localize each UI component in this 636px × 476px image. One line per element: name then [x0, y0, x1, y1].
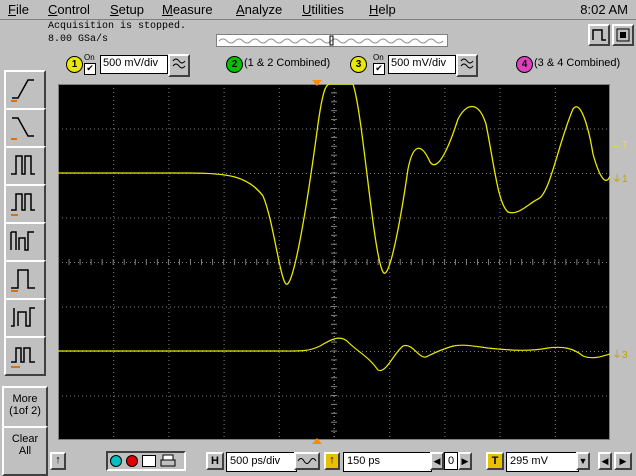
channel-2-badge[interactable]: 2	[226, 56, 243, 73]
trigger-level-marker[interactable]: ←T	[612, 140, 634, 151]
left-arrow-icon: ←	[612, 140, 622, 151]
timebase-adjust-button[interactable]	[294, 452, 320, 470]
ground-icon: ⏚	[612, 350, 622, 361]
transition-trigger-button[interactable]	[4, 298, 46, 338]
runt-icon	[10, 231, 34, 251]
overview-wave-icon	[218, 35, 444, 46]
runt-trigger-button[interactable]	[4, 222, 46, 262]
waveform-overview-strip[interactable]	[216, 34, 448, 47]
falling-edge-icon	[11, 117, 34, 140]
transition-icon	[11, 307, 35, 327]
trigger-button[interactable]: T	[486, 452, 504, 470]
channel-1-badge[interactable]: 1	[66, 56, 83, 73]
acquisition-status: Acquisition is stopped. 8.00 GSa/s	[46, 20, 216, 50]
trigger-level-left-button[interactable]: ◀	[598, 452, 612, 470]
clear-all-button[interactable]: Clear All	[2, 426, 48, 476]
display-mode-button[interactable]	[588, 24, 610, 46]
menu-bar: File Control Setup Measure Analyze Utili…	[0, 0, 636, 20]
ground-icon: ⏚	[612, 174, 622, 185]
channel-2-label: (1 & 2 Combined)	[244, 57, 331, 69]
bottom-delay-marker-icon[interactable]	[312, 438, 322, 444]
waveform-graticule	[57, 83, 611, 441]
channel-3-trace	[58, 337, 611, 372]
menu-setup[interactable]: Setup	[110, 2, 144, 17]
waveform-display[interactable]	[57, 83, 611, 441]
timeout-trigger-button[interactable]	[4, 260, 46, 300]
menu-measure[interactable]: Measure	[162, 2, 213, 17]
channel-3-ground-marker[interactable]: ⏚3	[612, 346, 634, 361]
clear-sub-label: All	[18, 445, 32, 457]
delay-left-button[interactable]: ◀	[430, 452, 444, 470]
channel-4-label: (3 & 4 Combined)	[534, 57, 621, 69]
channel-1-on-label: On	[84, 53, 95, 62]
more-page-label: (1of 2)	[9, 405, 41, 417]
channel-1-on-checkbox[interactable]: ✔	[84, 63, 96, 75]
trigger-level-right-button[interactable]: ▶	[614, 452, 632, 470]
pulse-width-button[interactable]	[4, 146, 46, 186]
left-triangle-icon: ◀	[433, 456, 441, 466]
up-arrow-icon: ↑	[329, 454, 335, 466]
channel-3-badge[interactable]: 3	[350, 56, 367, 73]
channel-4-badge[interactable]: 4	[516, 56, 533, 73]
rising-edge-icon	[11, 79, 34, 102]
clear-label: Clear	[11, 433, 39, 445]
status-text: Acquisition is stopped.	[48, 21, 187, 32]
left-triangle-icon: ◀	[601, 456, 609, 466]
sample-rate: 8.00 GSa/s	[48, 34, 109, 45]
run-control-group	[106, 451, 186, 471]
wave-adjust-icon	[460, 58, 474, 69]
horizontal-button[interactable]: H	[206, 452, 224, 470]
more-label: More	[12, 393, 38, 405]
clock: 8:02 AM	[580, 2, 628, 17]
stop-icon[interactable]	[126, 455, 138, 467]
channel-3-on-label: On	[373, 53, 384, 62]
pulse-icon	[592, 29, 606, 41]
trigger-level-down-button[interactable]: ▼	[576, 452, 590, 470]
wave-adjust-icon	[172, 58, 186, 69]
graticule-grid	[57, 83, 610, 441]
timeout-icon	[11, 269, 35, 292]
delay-reference-button[interactable]: ↑	[324, 452, 340, 470]
glitch-icon	[11, 193, 35, 216]
channel-3-on-checkbox[interactable]: ✔	[373, 63, 385, 75]
menu-analyze[interactable]: Analyze	[236, 2, 282, 17]
channel-1-adjust-button[interactable]	[168, 54, 190, 77]
print-icon[interactable]	[160, 454, 176, 468]
delay-right-button[interactable]: ▶	[458, 452, 472, 470]
pattern-trigger-button[interactable]	[4, 336, 46, 376]
channel-1-scale-field[interactable]: 500 mV/div	[100, 55, 168, 74]
pulse-width-icon	[11, 155, 35, 175]
top-delay-marker-icon[interactable]	[312, 80, 322, 86]
trigger-sidebar: More (1of 2) Clear All	[0, 50, 48, 476]
up-arrow-icon: ↑	[55, 454, 61, 466]
down-triangle-icon: ▼	[578, 456, 588, 466]
channel-3-scale-field[interactable]: 500 mV/div	[388, 55, 456, 74]
rising-edge-button[interactable]	[4, 70, 46, 110]
wave-adjust-icon	[297, 458, 317, 464]
glitch-trigger-button[interactable]	[4, 184, 46, 224]
right-triangle-icon: ▶	[461, 456, 469, 466]
toolbar-icon	[616, 28, 630, 42]
run-icon[interactable]	[110, 455, 122, 467]
pattern-icon	[11, 347, 35, 368]
channel-bar: 1 On ✔ 500 mV/div 2 (1 & 2 Combined) 3 O…	[46, 51, 636, 77]
menu-utilities[interactable]: Utilities	[302, 2, 344, 17]
toolbar-toggle-button[interactable]	[612, 24, 634, 46]
right-triangle-icon: ▶	[619, 456, 627, 466]
delay-field[interactable]: 150 ps	[343, 452, 432, 472]
menu-control[interactable]: Control	[48, 2, 90, 17]
delay-center-button[interactable]: 0	[444, 452, 458, 470]
falling-edge-button[interactable]	[4, 108, 46, 148]
channel-3-adjust-button[interactable]	[456, 54, 478, 77]
timebase-field[interactable]: 500 ps/div	[226, 452, 297, 472]
trigger-level-field[interactable]: 295 mV	[506, 452, 579, 472]
menu-help[interactable]: Help	[369, 2, 396, 17]
timebase-bar: ↑ H 500 ps/div ↑ 150 ps ◀ 0 ▶ T 295 mV ▼…	[46, 446, 636, 476]
channel-1-ground-marker[interactable]: ⏚1	[612, 170, 634, 185]
trigger-info-button[interactable]: ↑	[50, 452, 66, 470]
menu-file[interactable]: File	[8, 2, 29, 17]
single-icon[interactable]	[142, 455, 156, 467]
